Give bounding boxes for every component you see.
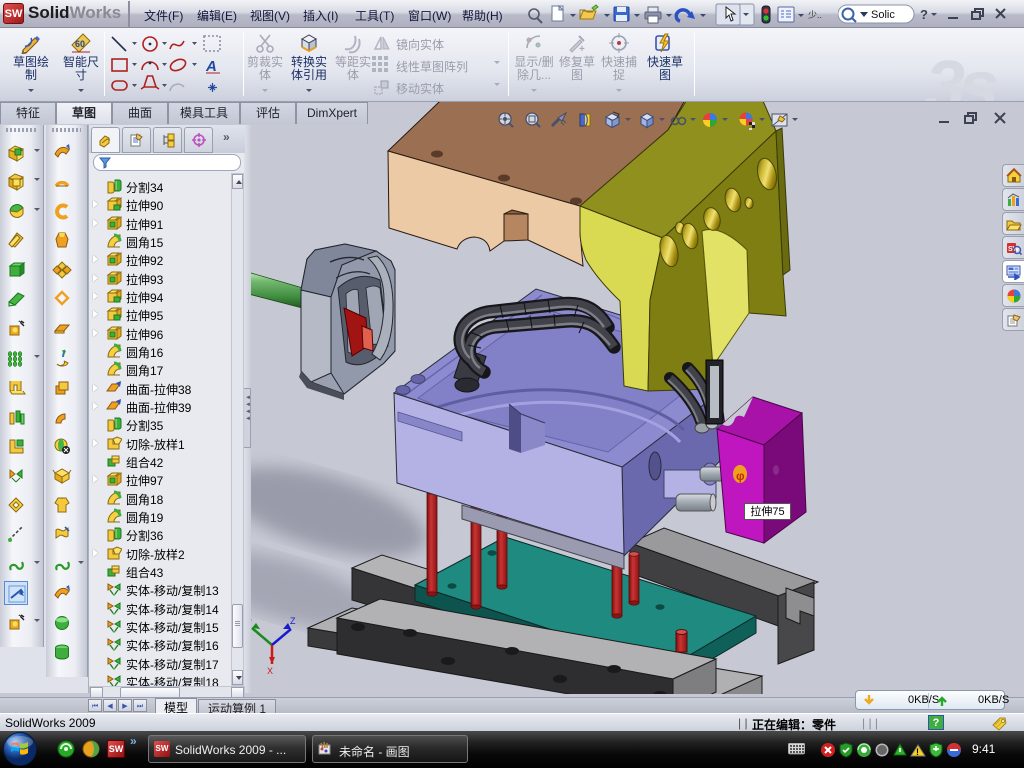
svg-text:X: X: [267, 666, 273, 676]
svg-text:!: !: [916, 747, 919, 757]
svg-text:Z: Z: [290, 616, 296, 626]
svg-text:60: 60: [75, 39, 85, 49]
svg-text:φ: φ: [736, 469, 745, 483]
svg-text:?: ?: [920, 7, 928, 22]
svg-text:+: +: [579, 44, 585, 54]
svg-text:少..: 少..: [808, 10, 822, 20]
svg-text:Solic: Solic: [871, 9, 895, 21]
svg-text:A: A: [205, 58, 217, 75]
